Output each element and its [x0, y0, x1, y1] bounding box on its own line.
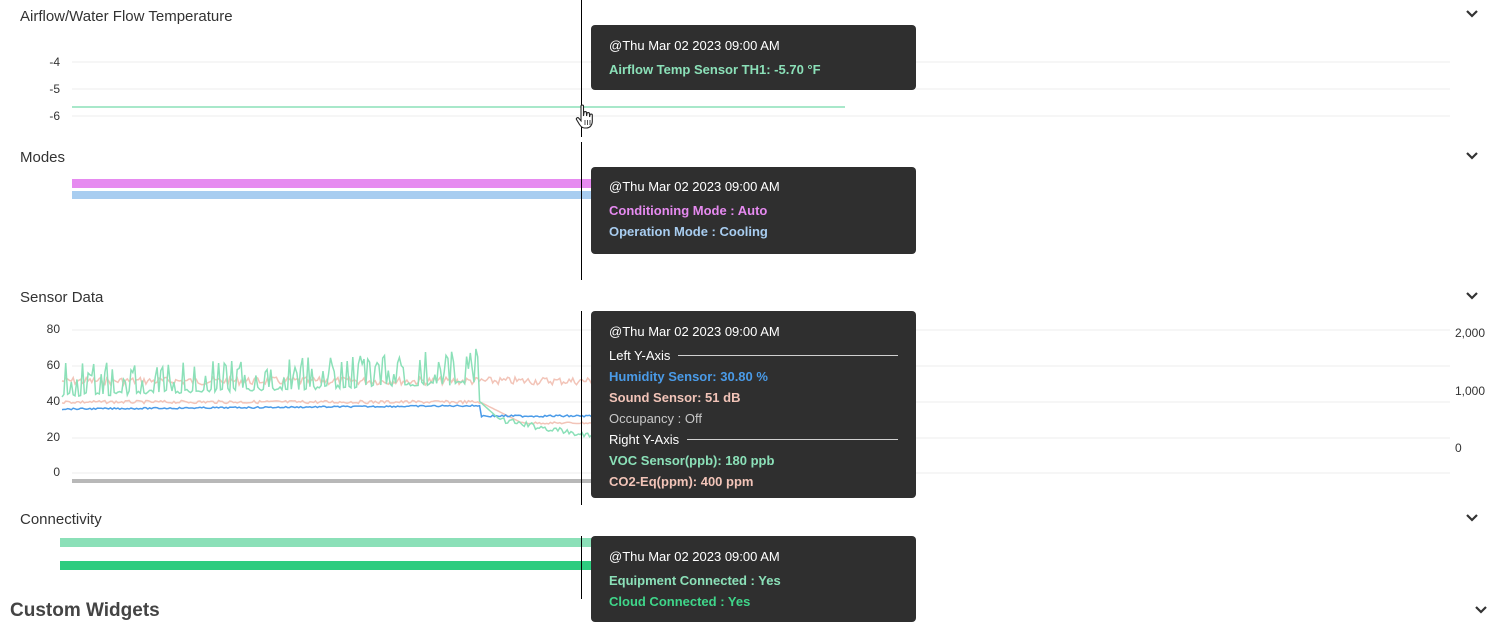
crosshair-line [581, 536, 582, 599]
tooltip-cloud-connected: Cloud Connected : Yes [609, 594, 751, 609]
custom-widgets-title: Custom Widgets [10, 600, 160, 621]
chevron-down-icon[interactable] [1475, 606, 1491, 620]
tooltip-timestamp: @Thu Mar 02 2023 09:00 AM [609, 549, 780, 564]
tooltip-equipment-connected: Equipment Connected : Yes [609, 573, 781, 588]
connectivity-tooltip: @Thu Mar 02 2023 09:00 AM Equipment Conn… [591, 536, 916, 622]
connectivity-chart [60, 538, 845, 570]
